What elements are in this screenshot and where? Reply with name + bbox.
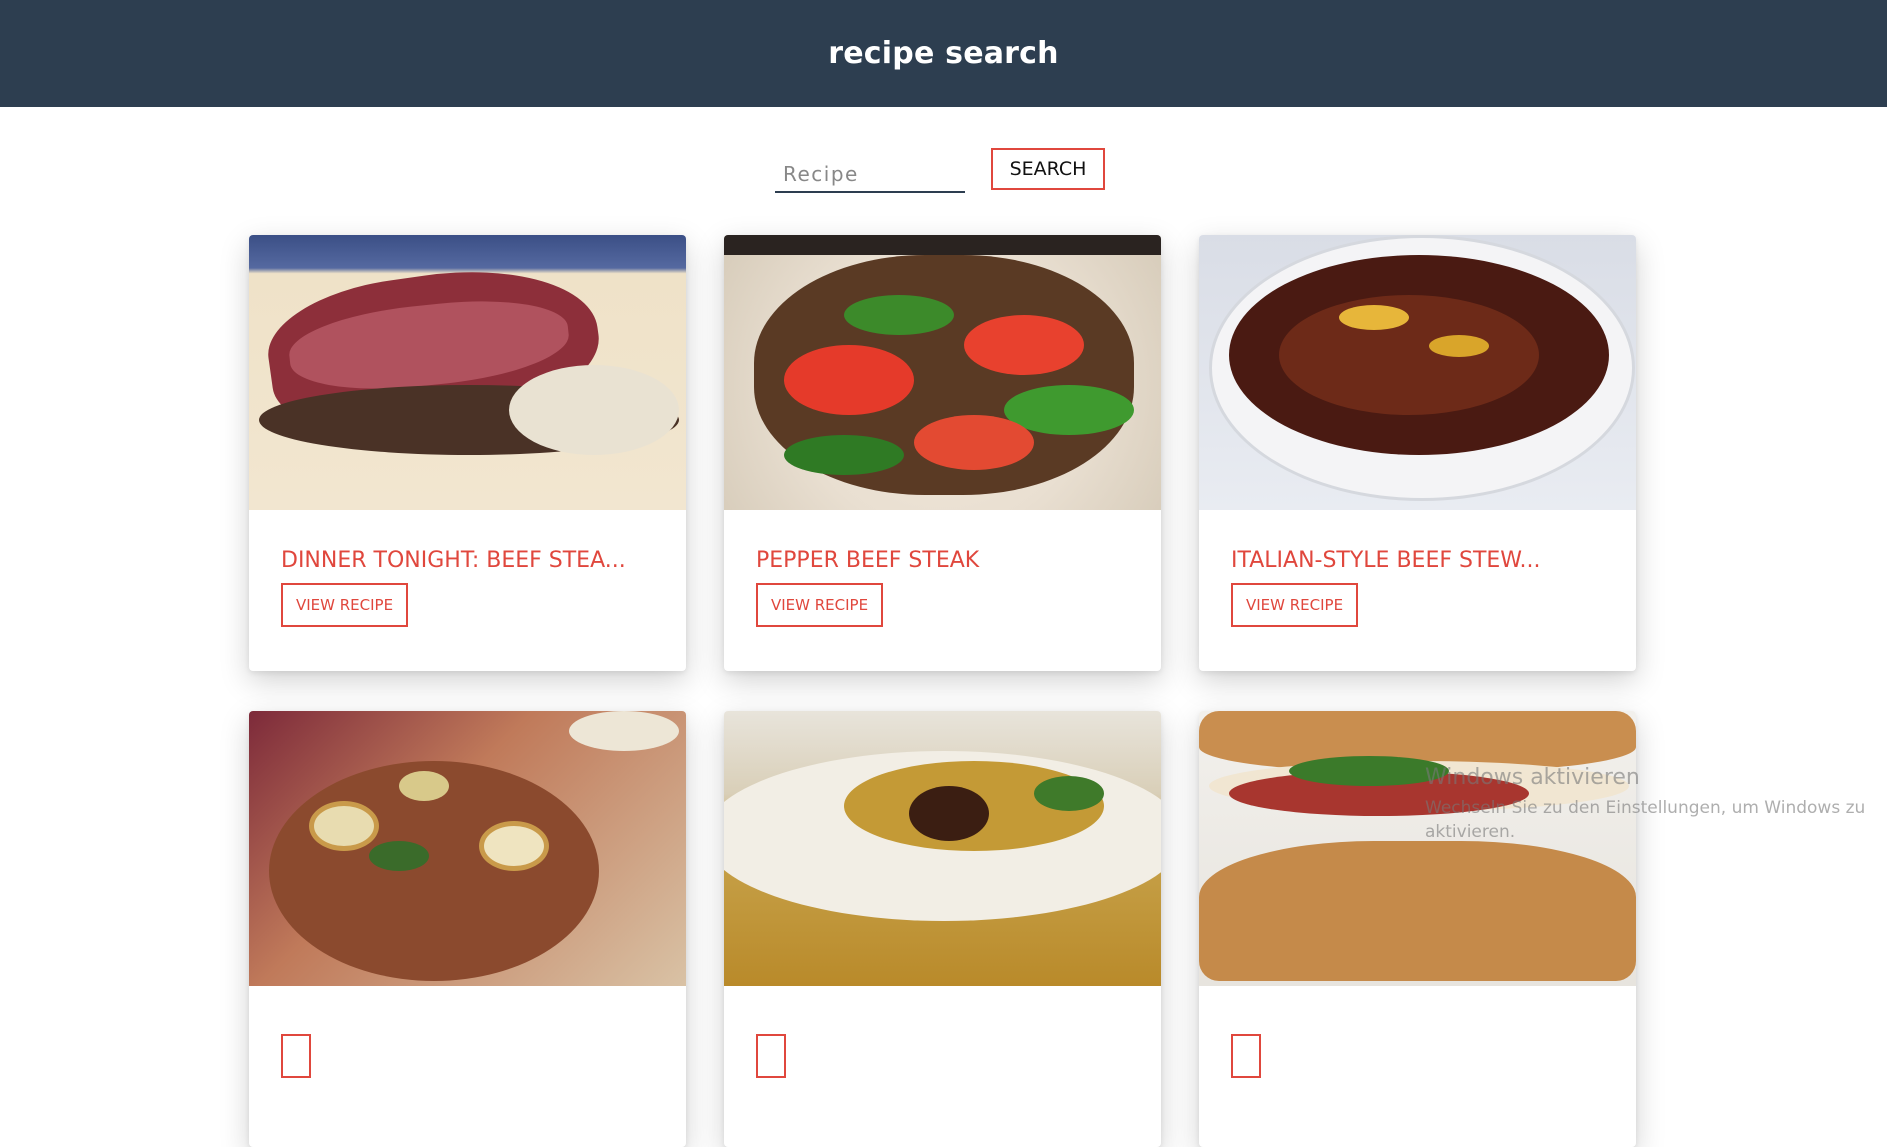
search-bar: SEARCH	[0, 147, 1887, 197]
recipe-card: DINNER TONIGHT: BEEF STEA... VIEW RECIPE	[249, 235, 686, 671]
recipe-image	[724, 711, 1161, 986]
recipe-title: ITALIAN-STYLE BEEF STEW...	[1231, 548, 1541, 573]
view-recipe-button[interactable]: VIEW RECIPE	[756, 583, 884, 627]
app-header: recipe search	[0, 0, 1887, 107]
search-input[interactable]	[775, 157, 965, 193]
recipe-card	[1199, 711, 1636, 1147]
recipe-card: PEPPER BEEF STEAK VIEW RECIPE	[724, 235, 1161, 671]
recipe-image	[1199, 235, 1636, 510]
recipe-image	[1199, 711, 1636, 986]
view-recipe-button[interactable]: VIEW RECIPE	[1231, 583, 1359, 627]
recipe-title: DINNER TONIGHT: BEEF STEA...	[281, 548, 626, 573]
recipe-card	[724, 711, 1161, 1147]
recipe-grid: DINNER TONIGHT: BEEF STEA... VIEW RECIPE…	[249, 235, 1636, 1147]
page-title: recipe search	[828, 36, 1059, 71]
view-recipe-button[interactable]: VIEW RECIPE	[281, 583, 409, 627]
view-recipe-button[interactable]	[281, 1034, 311, 1078]
recipe-image	[249, 711, 686, 986]
recipe-image	[249, 235, 686, 510]
recipe-card: ITALIAN-STYLE BEEF STEW... VIEW RECIPE	[1199, 235, 1636, 671]
recipe-card	[249, 711, 686, 1147]
search-button[interactable]: SEARCH	[991, 148, 1105, 190]
recipe-image	[724, 235, 1161, 510]
recipe-title: PEPPER BEEF STEAK	[756, 548, 980, 573]
view-recipe-button[interactable]	[756, 1034, 786, 1078]
view-recipe-button[interactable]	[1231, 1034, 1261, 1078]
